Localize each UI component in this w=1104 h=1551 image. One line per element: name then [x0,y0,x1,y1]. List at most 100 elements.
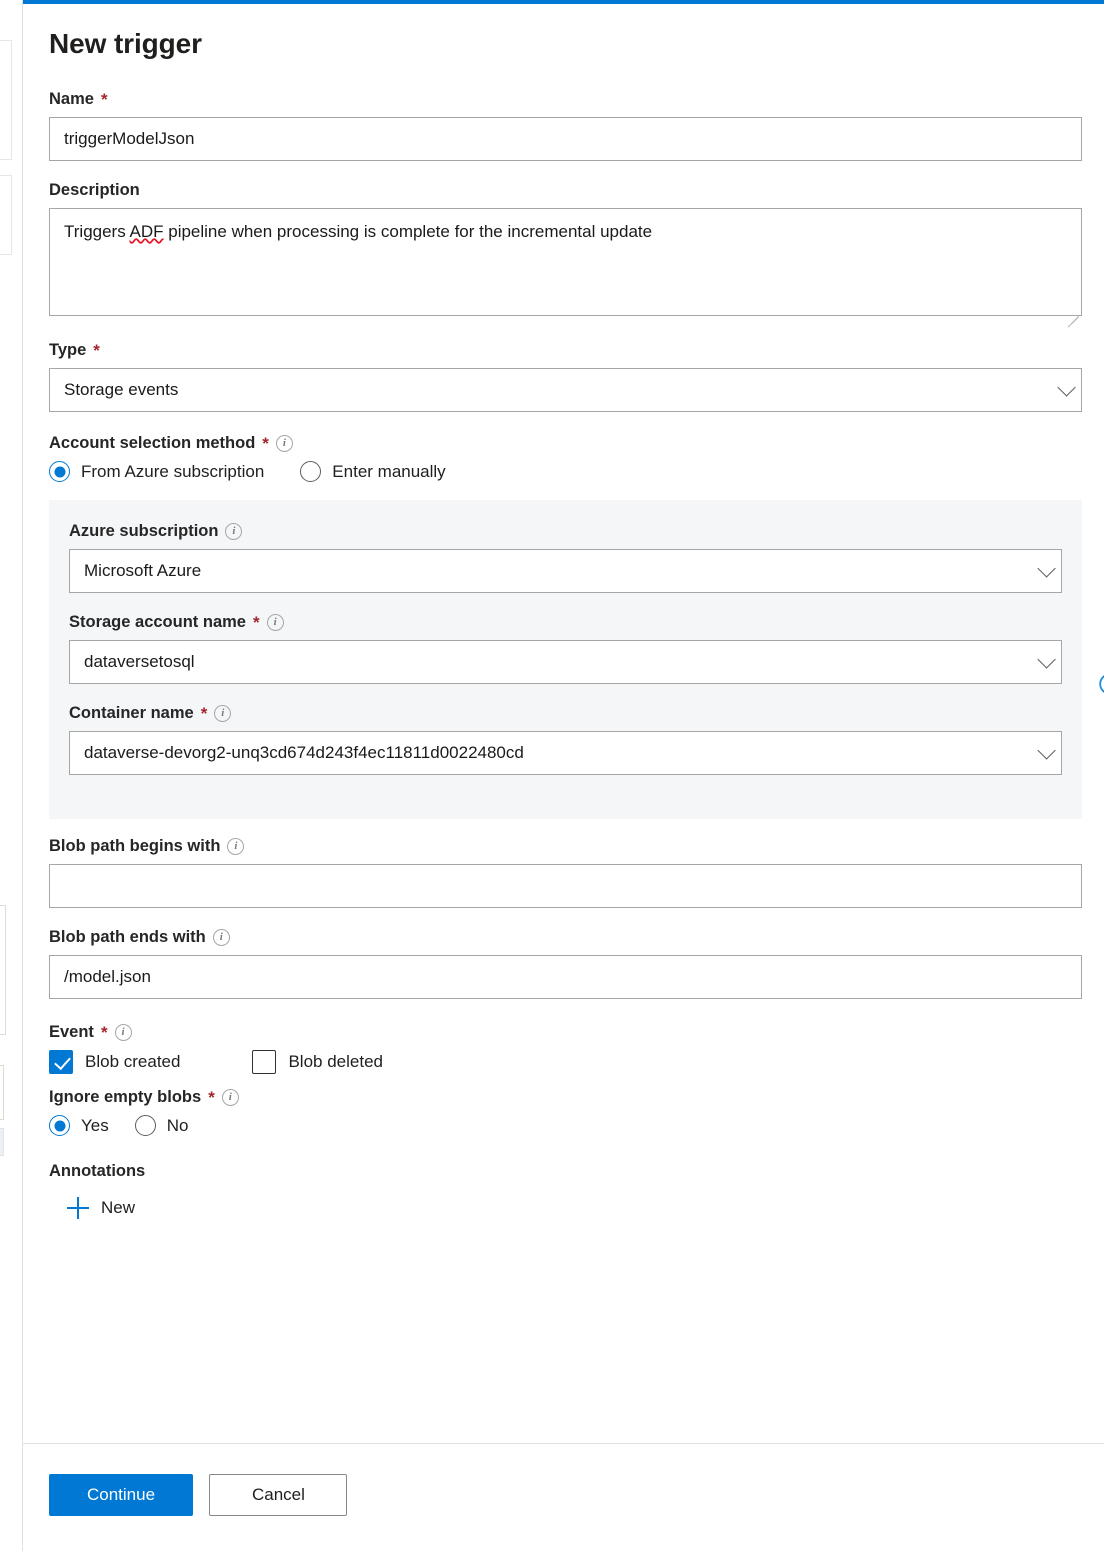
required-asterisk: * [93,342,100,359]
description-label-text: Description [49,181,140,200]
description-label: Description [49,181,1082,200]
field-blob-path-begins-with: Blob path begins with i [49,837,1082,908]
event-label: Event * i [49,1023,1082,1042]
storage-account-group: Azure subscription i Storage account nam… [49,500,1082,819]
required-asterisk: * [253,614,260,631]
radio-label: Enter manually [332,462,445,482]
blob-path-begins-with-input[interactable] [49,864,1082,908]
blob-path-begins-with-label-text: Blob path begins with [49,837,220,856]
required-asterisk: * [101,1024,108,1041]
radio-indicator [135,1115,156,1136]
field-type: Type * [49,341,1082,412]
info-icon[interactable]: i [267,614,284,631]
panel-content: New trigger Name * Description Triggers … [23,4,1104,1443]
continue-button[interactable]: Continue [49,1474,193,1516]
blob-path-ends-with-label-text: Blob path ends with [49,928,206,947]
name-label-text: Name [49,90,94,109]
background-fragment [0,905,6,1035]
blob-path-ends-with-label: Blob path ends with i [49,928,1082,947]
plus-icon [67,1197,89,1219]
container-name-select[interactable] [69,731,1062,775]
checkbox-label: Blob deleted [288,1052,383,1072]
storage-account-name-select[interactable] [69,640,1062,684]
field-storage-account-name: Storage account name * i [69,613,1062,684]
info-icon[interactable]: i [227,838,244,855]
azure-subscription-select-wrapper [69,549,1062,593]
azure-subscription-label-text: Azure subscription [69,522,218,541]
event-label-text: Event [49,1023,94,1042]
info-icon[interactable]: i [225,523,242,540]
azure-subscription-label: Azure subscription i [69,522,1062,541]
ignore-empty-blobs-label: Ignore empty blobs * i [49,1088,1082,1107]
checkbox-indicator [252,1050,276,1074]
checkbox-option-blob-deleted[interactable]: Blob deleted [252,1050,383,1074]
radio-indicator [300,461,321,482]
type-label: Type * [49,341,1082,360]
description-textarea[interactable] [49,208,1082,316]
info-icon[interactable]: i [115,1024,132,1041]
radio-indicator-selected [49,1115,70,1136]
type-select-wrapper [49,368,1082,412]
required-asterisk: * [208,1089,215,1106]
name-label: Name * [49,90,1082,109]
radio-label: From Azure subscription [81,462,264,482]
name-input[interactable] [49,117,1082,161]
page-title: New trigger [49,28,1082,60]
account-selection-method-label: Account selection method * i [49,434,1082,453]
radio-option-enter-manually[interactable]: Enter manually [300,461,445,482]
panel-footer: Continue Cancel [23,1443,1104,1551]
storage-account-name-label: Storage account name * i [69,613,1062,632]
required-asterisk: * [201,705,208,722]
add-annotation-label: New [101,1198,135,1218]
container-name-label-text: Container name [69,704,194,723]
blob-path-ends-with-input[interactable] [49,955,1082,999]
required-asterisk: * [262,435,269,452]
radio-option-yes[interactable]: Yes [49,1115,109,1136]
blob-path-begins-with-label: Blob path begins with i [49,837,1082,856]
info-icon[interactable]: i [276,435,293,452]
background-fragment [0,1128,4,1156]
refresh-icon [1094,668,1104,700]
field-description: Description Triggers ADF pipeline when p… [49,181,1082,321]
type-select[interactable] [49,368,1082,412]
checkbox-label: Blob created [85,1052,180,1072]
info-icon[interactable]: i [222,1089,239,1106]
ignore-empty-blobs-label-text: Ignore empty blobs [49,1088,201,1107]
background-fragment [0,175,12,255]
radio-option-no[interactable]: No [135,1115,189,1136]
container-name-label: Container name * i [69,704,1062,723]
add-annotation-button[interactable]: New [65,1193,137,1223]
field-name: Name * [49,90,1082,161]
storage-account-name-label-text: Storage account name [69,613,246,632]
background-fragment [0,40,12,160]
event-checkbox-group: Blob created Blob deleted [49,1050,1082,1074]
field-ignore-empty-blobs: Ignore empty blobs * i Yes No [49,1088,1082,1136]
annotations-heading: Annotations [49,1162,1082,1181]
radio-label: Yes [81,1116,109,1136]
info-icon[interactable]: i [213,929,230,946]
field-container-name: Container name * i [69,704,1062,775]
new-trigger-panel: New trigger Name * Description Triggers … [22,0,1104,1551]
checkbox-indicator-checked [49,1050,73,1074]
radio-label: No [167,1116,189,1136]
cancel-button[interactable]: Cancel [209,1474,347,1516]
field-azure-subscription: Azure subscription i [69,522,1062,593]
description-wrapper: Triggers ADF pipeline when processing is… [49,208,1082,321]
background-fragment [0,1065,4,1120]
ignore-empty-blobs-radio-group: Yes No [49,1115,1082,1136]
info-icon[interactable]: i [214,705,231,722]
radio-option-from-azure-subscription[interactable]: From Azure subscription [49,461,264,482]
field-account-selection-method: Account selection method * i From Azure … [49,434,1082,482]
storage-account-name-select-wrapper [69,640,1062,684]
required-asterisk: * [101,91,108,108]
container-name-select-wrapper [69,731,1062,775]
azure-subscription-select[interactable] [69,549,1062,593]
radio-indicator-selected [49,461,70,482]
account-selection-method-label-text: Account selection method [49,434,255,453]
field-blob-path-ends-with: Blob path ends with i [49,928,1082,999]
account-selection-radio-group: From Azure subscription Enter manually [49,461,1082,482]
field-event: Event * i Blob created Blob deleted [49,1023,1082,1074]
checkbox-option-blob-created[interactable]: Blob created [49,1050,180,1074]
refresh-button[interactable] [1094,668,1104,700]
type-label-text: Type [49,341,86,360]
